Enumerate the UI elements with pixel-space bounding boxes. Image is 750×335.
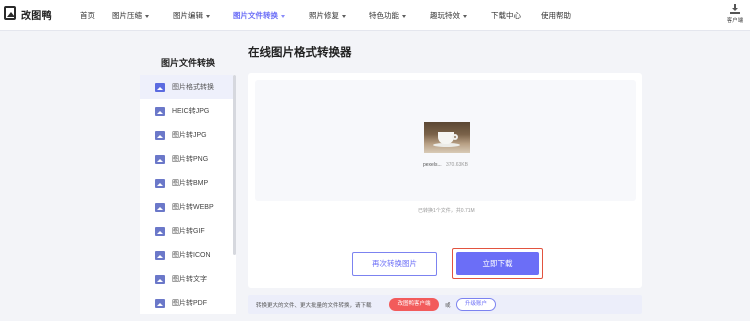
sidebar-title: 图片文件转换 xyxy=(161,58,216,68)
image-icon xyxy=(155,82,165,92)
chevron-down-icon xyxy=(402,14,406,18)
page-title: 在线图片格式转换器 xyxy=(248,47,352,59)
nav-item-download-center[interactable]: 下载中心 xyxy=(491,0,521,31)
image-icon xyxy=(155,202,165,212)
or-text: 或 xyxy=(445,303,451,309)
image-icon xyxy=(155,298,165,308)
file-size: 370.63KB xyxy=(446,162,468,168)
sidebar-item-to-png[interactable]: 图片转PNG xyxy=(140,147,233,171)
conversion-summary: 已转换1个文件，共0.71M xyxy=(418,208,475,214)
download-button[interactable]: 立即下载 xyxy=(456,252,539,275)
nav-item-file-convert[interactable]: 图片文件转换 xyxy=(233,0,285,31)
chevron-down-icon xyxy=(342,14,346,18)
sidebar-item-format-convert[interactable]: 图片格式转换 xyxy=(140,75,233,99)
sidebar-item-heic-jpg[interactable]: HEIC转JPG xyxy=(140,99,233,123)
sidebar-item-to-gif[interactable]: 图片转GIF xyxy=(140,219,233,243)
file-thumbnail[interactable] xyxy=(424,122,470,153)
chevron-down-icon xyxy=(145,14,149,18)
promo-text: 转换更大的文件、更大批量的文件转换，请下载 xyxy=(256,303,372,309)
logo-icon xyxy=(4,6,18,22)
client-download[interactable]: 客户端 xyxy=(723,4,747,24)
sidebar-item-to-pdf[interactable]: 图片转PDF xyxy=(140,291,233,314)
image-icon xyxy=(155,154,165,164)
bottom-strip xyxy=(0,321,750,335)
image-icon xyxy=(155,106,165,116)
sidebar-item-to-icon[interactable]: 图片转ICON xyxy=(140,243,233,267)
chevron-down-icon xyxy=(463,14,467,18)
sidebar-scrollbar[interactable] xyxy=(233,75,236,255)
sidebar: 图片文件转换 图片格式转换 HEIC转JPG 图片转JPG 图片转PNG 图片转… xyxy=(140,44,236,314)
nav-item-help[interactable]: 使用帮助 xyxy=(541,0,571,31)
nav-item-photo-repair[interactable]: 照片修复 xyxy=(309,0,346,31)
sidebar-item-to-text[interactable]: 图片转文字 xyxy=(140,267,233,291)
file-name: pexels... xyxy=(423,162,442,168)
chevron-down-icon xyxy=(281,14,285,18)
sidebar-item-to-webp[interactable]: 图片转WEBP xyxy=(140,195,233,219)
logo-text: 改图鸭 xyxy=(21,10,52,22)
sidebar-item-to-jpg[interactable]: 图片转JPG xyxy=(140,123,233,147)
image-icon xyxy=(155,226,165,236)
client-download-button[interactable]: 改图鸭客户端 xyxy=(389,298,439,311)
client-label: 客户端 xyxy=(726,18,744,24)
logo[interactable]: 改图鸭 xyxy=(4,6,52,22)
convert-again-button[interactable]: 再次转换图片 xyxy=(352,252,437,276)
nav-item-edit[interactable]: 图片编辑 xyxy=(173,0,210,31)
chevron-down-icon xyxy=(206,14,210,18)
nav-item-home[interactable]: 首页 xyxy=(80,0,95,31)
nav-item-effects[interactable]: 趣玩特效 xyxy=(430,0,467,31)
download-icon xyxy=(730,4,740,14)
nav-item-compress[interactable]: 图片压缩 xyxy=(112,0,149,31)
nav-item-features[interactable]: 特色功能 xyxy=(369,0,406,31)
sidebar-item-to-bmp[interactable]: 图片转BMP xyxy=(140,171,233,195)
top-navbar: 改图鸭 首页 图片压缩 图片编辑 图片文件转换 照片修复 特色功能 趣玩特效 下… xyxy=(0,0,750,31)
image-icon xyxy=(155,130,165,140)
image-icon xyxy=(155,250,165,260)
image-icon xyxy=(155,274,165,284)
upgrade-account-button[interactable]: 升级账户 xyxy=(456,298,496,311)
sidebar-list: 图片格式转换 HEIC转JPG 图片转JPG 图片转PNG 图片转BMP 图片转… xyxy=(140,75,236,314)
image-icon xyxy=(155,178,165,188)
